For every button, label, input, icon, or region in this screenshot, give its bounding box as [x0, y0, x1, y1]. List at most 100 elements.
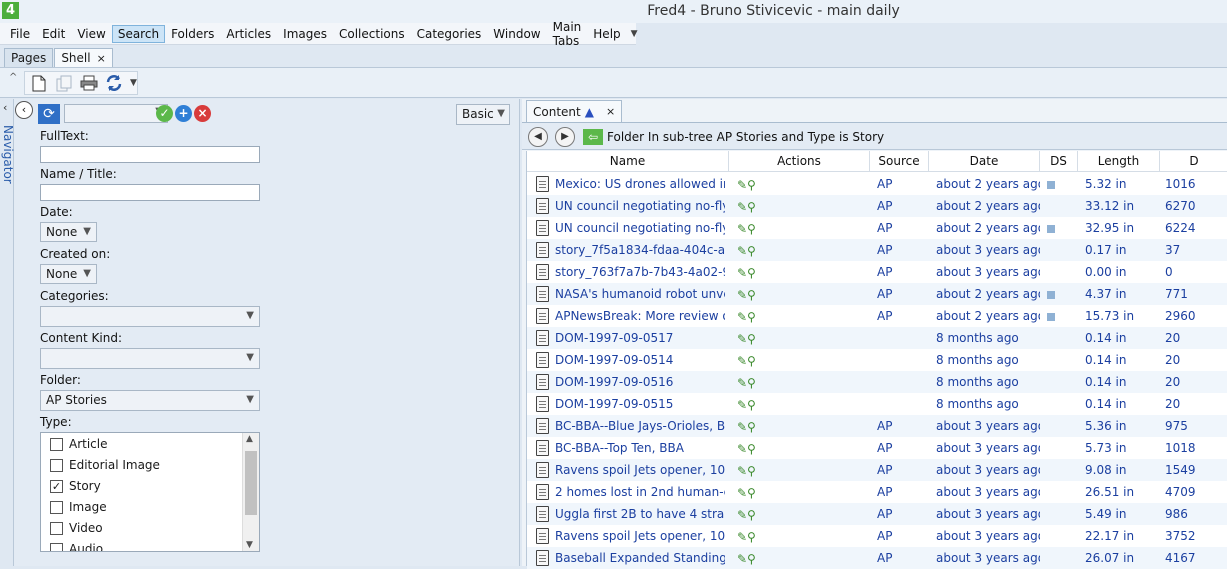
checkbox[interactable]: [50, 500, 63, 514]
row-name[interactable]: DOM-1997-09-0516: [555, 371, 725, 393]
tab-content[interactable]: Content ▲ ×: [526, 100, 623, 122]
scroll-down-icon[interactable]: ▼: [246, 540, 253, 550]
column-header-name[interactable]: Name: [527, 151, 729, 172]
table-row[interactable]: DOM-1997-09-0516 ✎⚲ 8 months ago 0.14 in 20: [527, 371, 1227, 393]
row-name[interactable]: story_7f5a1834-fdaa-404c-ad43-: [555, 239, 725, 261]
menu-search[interactable]: Search: [111, 24, 166, 43]
toolbar-overflow-icon[interactable]: ▼: [130, 78, 137, 88]
edit-actions-icon[interactable]: ✎⚲: [737, 442, 767, 456]
table-row[interactable]: 2 homes lost in 2nd human-cau ✎⚲ AP about 3…: [527, 481, 1227, 503]
type-item-video[interactable]: Video: [50, 519, 103, 537]
print-icon[interactable]: [80, 74, 98, 92]
checkbox[interactable]: [50, 521, 63, 535]
add-search-button[interactable]: +: [175, 105, 192, 122]
fulltext-input[interactable]: [40, 146, 260, 163]
type-item-story[interactable]: ✓ Story: [50, 477, 101, 495]
collapse-panel-icon[interactable]: ‹: [15, 101, 33, 119]
menu-images[interactable]: Images: [277, 25, 333, 43]
refresh-icon[interactable]: [105, 74, 123, 92]
table-row[interactable]: UN council negotiating no-fly re ✎⚲ AP abou…: [527, 217, 1227, 239]
table-row[interactable]: Mexico: US drones allowed into ✎⚲ AP about …: [527, 173, 1227, 195]
type-item-editorial-image[interactable]: Editorial Image: [50, 456, 160, 474]
column-header-d[interactable]: D: [1160, 151, 1227, 172]
table-row[interactable]: NASA's humanoid robot unveile ✎⚲ AP about 2…: [527, 283, 1227, 305]
row-name[interactable]: DOM-1997-09-0515: [555, 393, 725, 415]
navigator-collapse-icon[interactable]: ‹: [3, 101, 7, 114]
menu-window[interactable]: Window: [487, 25, 546, 43]
date-select[interactable]: None ▼: [40, 222, 97, 242]
menu-edit[interactable]: Edit: [36, 25, 71, 43]
row-name[interactable]: Ravens spoil Jets opener, 10-9: [555, 525, 725, 547]
navigator-strip[interactable]: ‹ Navigator: [0, 99, 15, 566]
navigator-label[interactable]: Navigator: [1, 125, 15, 184]
type-list-scrollbar[interactable]: ▲ ▼: [242, 433, 259, 551]
folder-select[interactable]: AP Stories ▼: [40, 390, 260, 411]
checkbox[interactable]: [50, 437, 63, 451]
table-row[interactable]: Uggla first 2B to have 4 straight ✎⚲ AP abo…: [527, 503, 1227, 525]
type-item-article[interactable]: Article: [50, 435, 108, 453]
categories-select[interactable]: ▼: [40, 306, 260, 327]
edit-actions-icon[interactable]: ✎⚲: [737, 222, 767, 236]
column-header-actions[interactable]: Actions: [729, 151, 870, 172]
edit-actions-icon[interactable]: ✎⚲: [737, 354, 767, 368]
up-folder-icon[interactable]: ⇦: [583, 129, 603, 145]
menu-main-tabs[interactable]: Main Tabs: [547, 18, 588, 50]
table-row[interactable]: Ravens spoil Jets opener, 10-9 ✎⚲ AP about …: [527, 459, 1227, 481]
row-name[interactable]: 2 homes lost in 2nd human-cau: [555, 481, 725, 503]
menu-view[interactable]: View: [71, 25, 111, 43]
checkbox[interactable]: [50, 542, 63, 551]
row-name[interactable]: NASA's humanoid robot unveile: [555, 283, 725, 305]
edit-actions-icon[interactable]: ✎⚲: [737, 200, 767, 214]
row-name[interactable]: Ravens spoil Jets opener, 10-9: [555, 459, 725, 481]
edit-actions-icon[interactable]: ✎⚲: [737, 266, 767, 280]
type-item-image[interactable]: Image: [50, 498, 107, 516]
row-name[interactable]: UN council negotiating no-fly re: [555, 195, 725, 217]
scroll-up-icon[interactable]: ▲: [246, 434, 253, 444]
menu-folders[interactable]: Folders: [165, 25, 220, 43]
new-document-icon[interactable]: [30, 74, 48, 92]
table-row[interactable]: DOM-1997-09-0514 ✎⚲ 8 months ago 0.14 in 20: [527, 349, 1227, 371]
menu-file[interactable]: File: [4, 25, 36, 43]
table-row[interactable]: UN council negotiating no-fly re ✎⚲ AP abou…: [527, 195, 1227, 217]
menu-articles[interactable]: Articles: [220, 25, 277, 43]
run-search-button[interactable]: ✓: [156, 105, 173, 122]
edit-actions-icon[interactable]: ✎⚲: [737, 508, 767, 522]
edit-actions-icon[interactable]: ✎⚲: [737, 420, 767, 434]
column-header-length[interactable]: Length: [1078, 151, 1160, 172]
table-row[interactable]: story_763f7a7b-7b43-4a02-960b ✎⚲ AP about 3…: [527, 261, 1227, 283]
edit-actions-icon[interactable]: ✎⚲: [737, 376, 767, 390]
row-name[interactable]: BC-BBA--Top Ten, BBA: [555, 437, 725, 459]
forward-icon[interactable]: ▶: [555, 127, 575, 147]
table-row[interactable]: APNewsBreak: More review of fi ✎⚲ AP about …: [527, 305, 1227, 327]
checkbox-checked[interactable]: ✓: [50, 479, 63, 493]
column-header-ds[interactable]: DS: [1040, 151, 1078, 172]
back-icon[interactable]: ◀: [528, 127, 548, 147]
row-name[interactable]: story_763f7a7b-7b43-4a02-960b: [555, 261, 725, 283]
refresh-search-icon[interactable]: ⟳: [38, 104, 60, 124]
edit-actions-icon[interactable]: ✎⚲: [737, 332, 767, 346]
edit-actions-icon[interactable]: ✎⚲: [737, 244, 767, 258]
menu-collections[interactable]: Collections: [333, 25, 411, 43]
type-item-audio[interactable]: Audio: [50, 540, 103, 551]
edit-actions-icon[interactable]: ✎⚲: [737, 288, 767, 302]
close-icon[interactable]: ×: [97, 52, 106, 65]
row-name[interactable]: DOM-1997-09-0514: [555, 349, 725, 371]
content-kind-select[interactable]: ▼: [40, 348, 260, 369]
edit-actions-icon[interactable]: ✎⚲: [737, 310, 767, 324]
table-row[interactable]: DOM-1997-09-0517 ✎⚲ 8 months ago 0.14 in 20: [527, 327, 1227, 349]
edit-actions-icon[interactable]: ✎⚲: [737, 530, 767, 544]
table-row[interactable]: Ravens spoil Jets opener, 10-9 ✎⚲ AP about …: [527, 525, 1227, 547]
delete-search-button[interactable]: ×: [194, 105, 211, 122]
edit-actions-icon[interactable]: ✎⚲: [737, 464, 767, 478]
chevron-down-icon[interactable]: ▼: [631, 29, 638, 39]
toolbar-collapse-icon[interactable]: ^: [9, 72, 17, 83]
saved-search-select[interactable]: ▼: [64, 104, 168, 123]
search-mode-select[interactable]: Basic ▼: [456, 104, 510, 125]
row-name[interactable]: Uggla first 2B to have 4 straight: [555, 503, 725, 525]
table-row[interactable]: BC-BBA--Top Ten, BBA ✎⚲ AP about 3 years ag…: [527, 437, 1227, 459]
edit-actions-icon[interactable]: ✎⚲: [737, 398, 767, 412]
column-header-source[interactable]: Source: [870, 151, 929, 172]
row-name[interactable]: UN council negotiating no-fly re: [555, 217, 725, 239]
scroll-thumb[interactable]: [245, 451, 257, 515]
tab-shell[interactable]: Shell ×: [54, 48, 113, 67]
